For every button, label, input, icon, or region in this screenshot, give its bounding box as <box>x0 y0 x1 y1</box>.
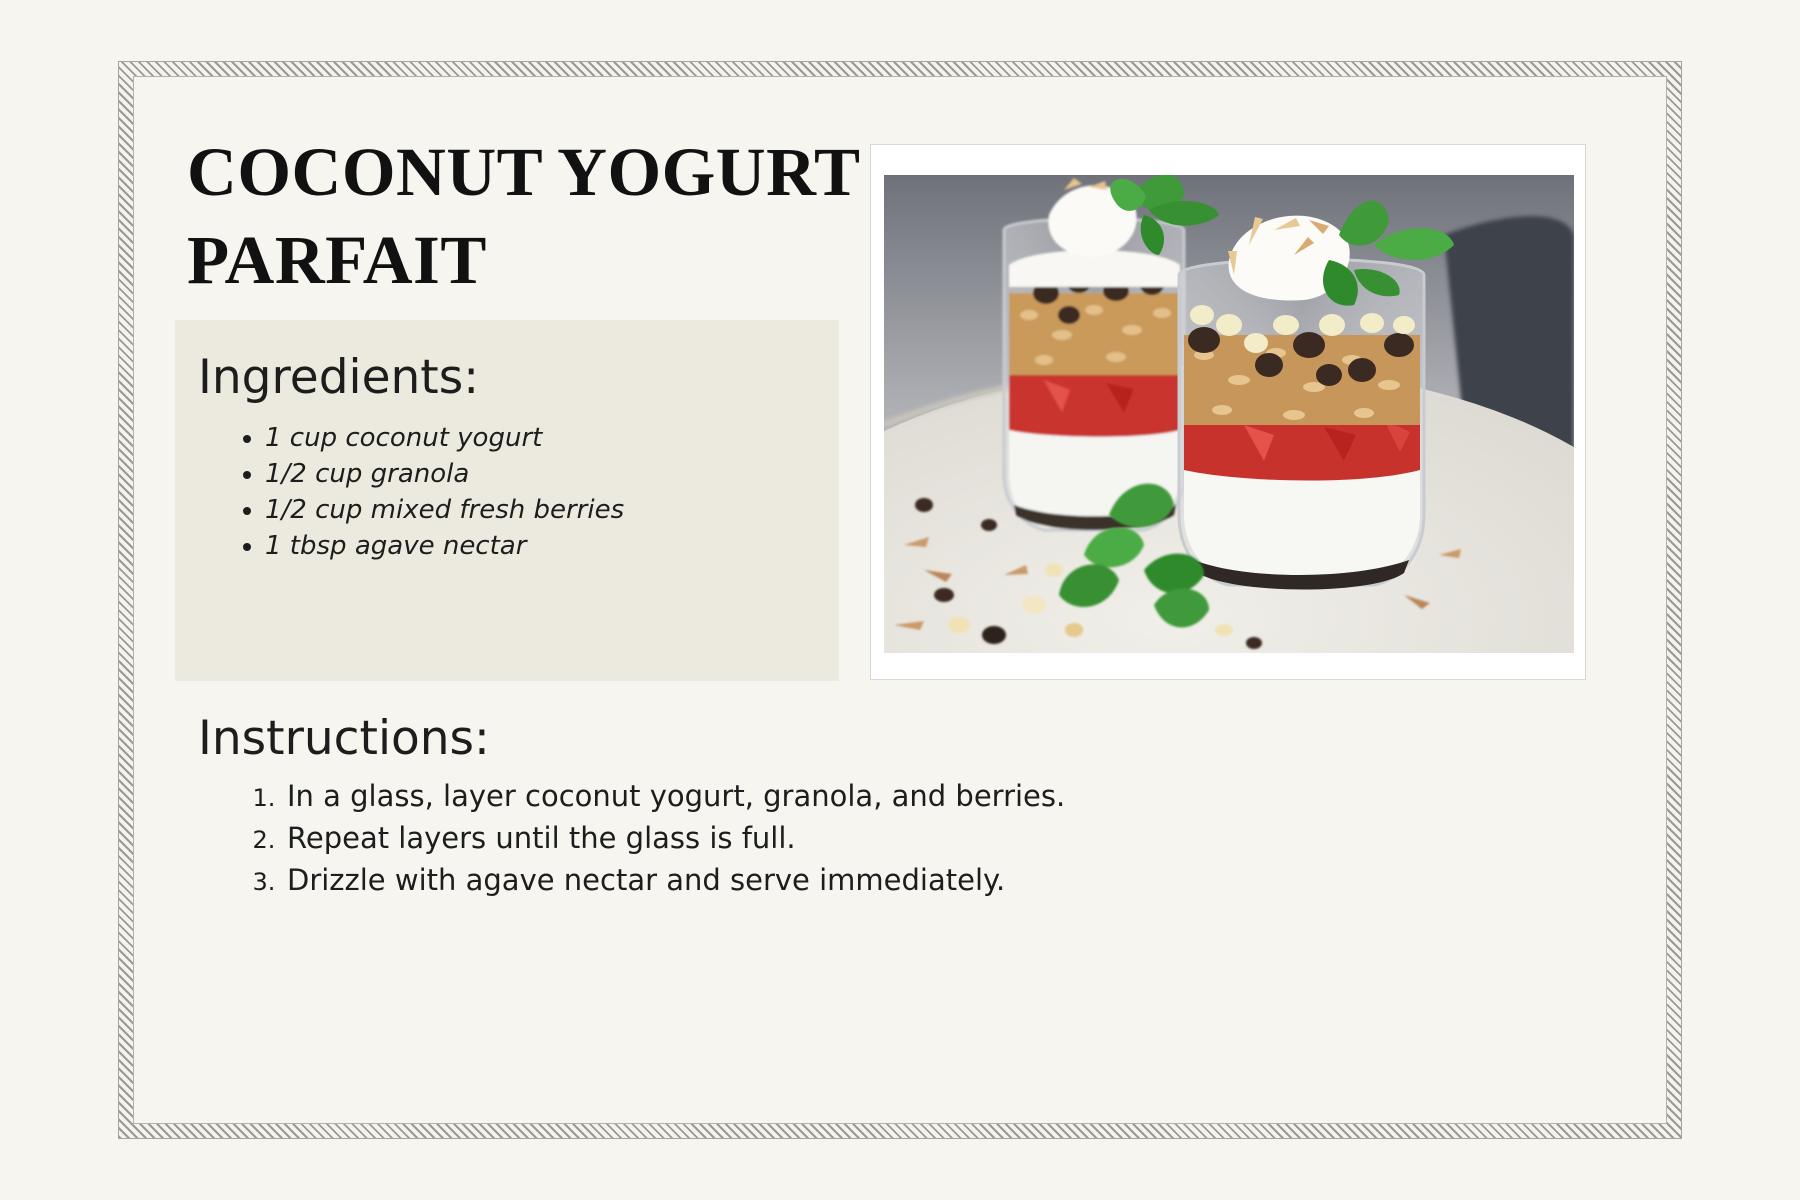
parfait-photo-frame <box>870 144 1586 680</box>
ingredients-panel: Ingredients: 1 cup coconut yogurt 1/2 cu… <box>175 320 839 681</box>
recipe-title: COCONUT YOGURT PARFAIT <box>187 128 861 304</box>
ingredient-item: 1 cup coconut yogurt <box>265 420 624 456</box>
recipe-title-line-2: PARFAIT <box>187 222 487 298</box>
instruction-step: In a glass, layer coconut yogurt, granol… <box>283 775 1065 817</box>
ingredient-item: 1/2 cup mixed fresh berries <box>265 492 624 528</box>
ingredients-heading: Ingredients: <box>198 350 480 405</box>
instruction-step: Drizzle with agave nectar and serve imme… <box>283 859 1065 901</box>
instructions-list: In a glass, layer coconut yogurt, granol… <box>240 775 1065 901</box>
front-glass <box>1177 215 1426 590</box>
ingredients-list: 1 cup coconut yogurt 1/2 cup granola 1/2… <box>223 420 624 564</box>
ingredient-item: 1/2 cup granola <box>265 456 624 492</box>
parfait-photo <box>884 175 1574 653</box>
recipe-title-line-1: COCONUT YOGURT <box>187 134 861 210</box>
ingredient-item: 1 tbsp agave nectar <box>265 528 624 564</box>
instruction-step: Repeat layers until the glass is full. <box>283 817 1065 859</box>
instructions-heading: Instructions: <box>198 711 490 766</box>
